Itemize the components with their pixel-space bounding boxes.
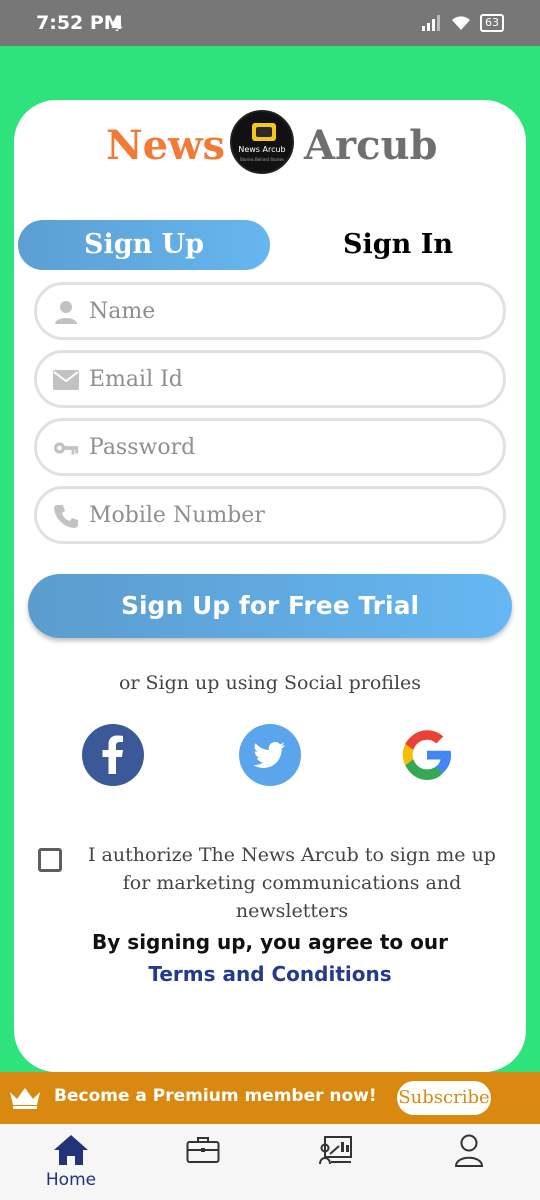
logo-caption: News Arcub: [238, 145, 286, 154]
brand-word-news: News: [106, 122, 225, 169]
mobile-input[interactable]: [89, 497, 489, 533]
bell-icon: [111, 19, 123, 31]
password-input[interactable]: [89, 429, 489, 465]
password-field[interactable]: [34, 418, 506, 476]
signup-free-trial-button[interactable]: Sign Up for Free Trial: [28, 574, 512, 638]
nav-home[interactable]: Home: [31, 1134, 111, 1194]
tv-icon: [252, 123, 276, 141]
home-icon: [54, 1135, 88, 1165]
mail-icon: [53, 370, 79, 390]
premium-text: Become a Premium member now!: [54, 1086, 377, 1106]
facebook-button[interactable]: [82, 724, 144, 786]
google-icon: [402, 730, 451, 780]
facebook-icon: [102, 735, 123, 774]
nav-presentation[interactable]: [296, 1134, 376, 1194]
brand-logo: News Arcub Stories Behind Stories: [230, 110, 294, 174]
twitter-button[interactable]: [239, 724, 301, 786]
tab-sign-up[interactable]: Sign Up: [18, 220, 270, 270]
email-field[interactable]: [34, 350, 506, 408]
wifi-icon: [452, 16, 470, 30]
status-bar: 7:52 PM 63: [0, 0, 540, 46]
name-input[interactable]: [89, 293, 489, 329]
signal-icon: [422, 15, 440, 31]
tab-sign-in[interactable]: Sign In: [292, 220, 504, 270]
presentation-icon: [319, 1136, 352, 1165]
premium-banner: Become a Premium member now! Subscribe: [0, 1072, 540, 1124]
crown-icon: [10, 1088, 40, 1109]
brand-header: News News Arcub Stories Behind Stories A…: [14, 110, 526, 180]
subscribe-button[interactable]: Subscribe: [397, 1081, 491, 1115]
terms-link[interactable]: Terms and Conditions: [14, 962, 526, 986]
person-icon: [55, 301, 77, 324]
agreement-text: By signing up, you agree to our: [92, 930, 448, 954]
twitter-icon: [253, 742, 285, 768]
consent-text: I authorize The News Arcub to sign me up…: [88, 844, 496, 922]
nav-jobs[interactable]: [163, 1134, 243, 1194]
brand-word-arcub: Arcub: [304, 122, 438, 169]
key-icon: [53, 442, 79, 455]
nav-profile[interactable]: [429, 1134, 509, 1194]
name-field[interactable]: [34, 282, 506, 340]
bottom-navigation: Home: [0, 1124, 540, 1200]
battery-indicator: 63: [480, 14, 504, 32]
briefcase-icon: [186, 1137, 220, 1163]
social-prompt: or Sign up using Social profiles: [118, 672, 422, 694]
phone-icon: [54, 505, 78, 528]
logo-subcaption: Stories Behind Stories: [239, 157, 285, 162]
google-button[interactable]: [396, 724, 458, 786]
profile-icon: [454, 1134, 484, 1167]
mobile-field[interactable]: [34, 486, 506, 544]
signup-card: News News Arcub Stories Behind Stories A…: [14, 100, 526, 1072]
email-input[interactable]: [89, 361, 489, 397]
nav-home-label: Home: [45, 1170, 97, 1190]
status-icons: 63: [422, 14, 504, 32]
consent-checkbox[interactable]: [38, 848, 62, 872]
